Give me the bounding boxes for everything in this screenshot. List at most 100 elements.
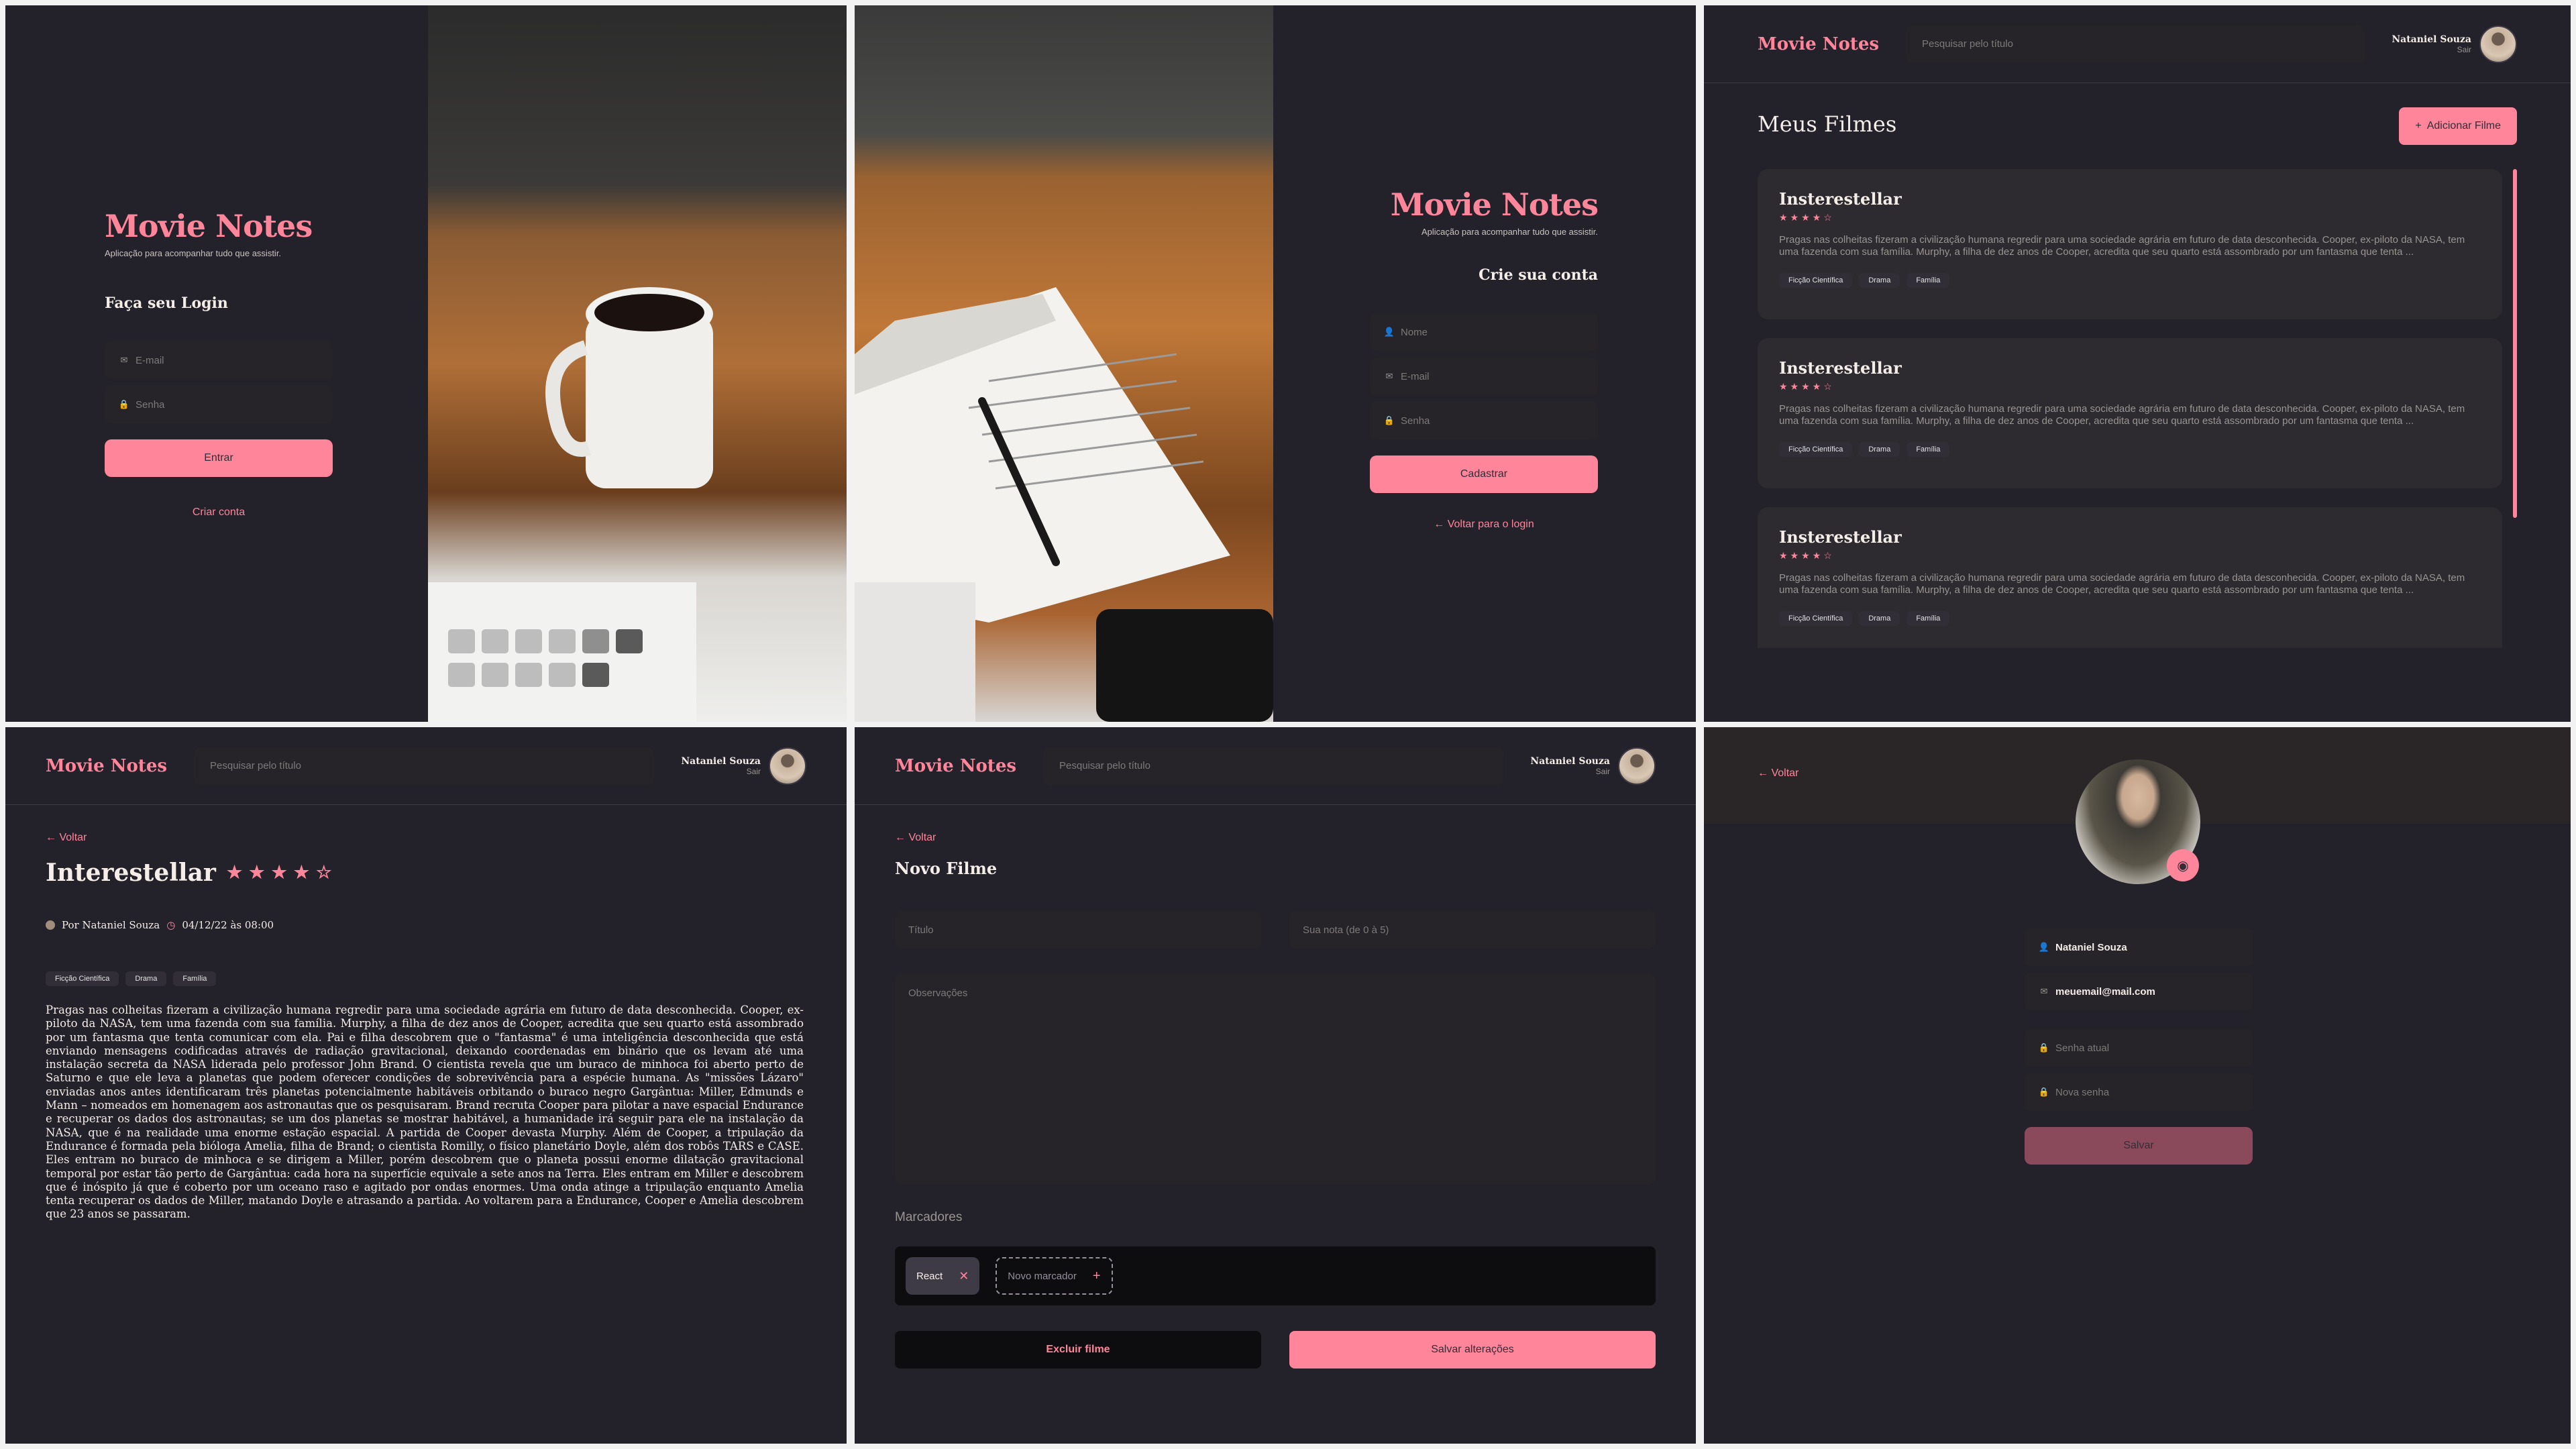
tag-list: Ficção Científica Drama Família — [46, 971, 217, 986]
brand-logo[interactable]: Movie Notes — [895, 756, 1016, 776]
add-movie-label: Adicionar Filme — [2426, 120, 2501, 131]
logout-link[interactable]: Sair — [2392, 45, 2471, 54]
markers-label: Marcadores — [895, 1210, 963, 1224]
back-label: Voltar — [1771, 767, 1799, 779]
search-input[interactable]: Pesquisar pelo título — [1043, 747, 1504, 785]
brand-logo[interactable]: Movie Notes — [46, 756, 167, 776]
rating-input[interactable]: Sua nota (de 0 à 5) — [1289, 911, 1656, 949]
tag: Família — [1907, 611, 1950, 626]
movie-title: Insterestellar — [1779, 358, 1902, 378]
search-input[interactable]: Pesquisar pelo título — [194, 747, 655, 785]
new-password-placeholder: Nova senha — [2055, 1086, 2110, 1098]
tag: Drama — [1859, 442, 1900, 457]
brand-tagline: Aplicação para acompanhar tudo que assis… — [105, 248, 282, 258]
post-date: 04/12/22 às 08:00 — [182, 919, 274, 931]
create-account-link[interactable]: Criar conta — [105, 506, 333, 519]
movie-card[interactable]: Insterestellar ★★★★☆ Pragas nas colheita… — [1758, 338, 2502, 488]
coffee-illustration — [428, 287, 713, 722]
arrow-left-icon: ← — [895, 832, 909, 843]
back-label: Voltar — [908, 832, 936, 843]
password-placeholder: Senha — [1401, 415, 1430, 427]
new-marker-input[interactable]: Novo marcador + — [996, 1257, 1113, 1295]
tag: Ficção Científica — [1779, 442, 1853, 457]
close-icon[interactable]: ✕ — [959, 1269, 969, 1283]
tag: Ficção Científica — [1779, 611, 1853, 626]
email-placeholder: E-mail — [1401, 370, 1430, 382]
author-avatar — [46, 920, 55, 930]
profile-form: 👤 Nataniel Souza ✉ meuemail@mail.com 🔒 S… — [2025, 928, 2253, 1165]
title-input[interactable]: Título — [895, 911, 1261, 949]
add-movie-button[interactable]: + Adicionar Filme — [2399, 107, 2517, 145]
lock-icon: 🔒 — [118, 399, 130, 410]
notes-textarea[interactable]: Observações — [895, 974, 1656, 1185]
tag: Família — [173, 971, 217, 986]
tag: Drama — [1859, 611, 1900, 626]
brand-logo[interactable]: Movie Notes — [1758, 34, 1879, 54]
scrollbar[interactable] — [2513, 169, 2517, 518]
back-to-login-link[interactable]: ← Voltar para o login — [1370, 519, 1598, 531]
avatar[interactable] — [2479, 25, 2517, 63]
movie-synopsis: Pragas nas colheitas fizeram a civilizaç… — [1779, 572, 2465, 596]
rating-stars: ★★★★☆ — [226, 863, 339, 883]
email-field[interactable]: ✉ E-mail — [105, 341, 333, 379]
signin-form: Movie Notes Aplicação para acompanhar tu… — [105, 208, 333, 519]
register-button[interactable]: Cadastrar — [1370, 455, 1598, 493]
password-field[interactable]: 🔒 Senha — [105, 386, 333, 423]
arrow-left-icon: ← — [1434, 519, 1448, 530]
signup-form: Movie Notes Aplicação para acompanhar tu… — [1370, 186, 1599, 531]
page-title: Novo Filme — [895, 859, 998, 878]
login-button[interactable]: Entrar — [105, 439, 333, 477]
back-link[interactable]: ← Voltar — [895, 832, 936, 844]
email-field[interactable]: ✉ E-mail — [1370, 358, 1598, 395]
name-field[interactable]: 👤 Nome — [1370, 313, 1598, 351]
back-link[interactable]: ← Voltar — [46, 832, 87, 844]
logout-link[interactable]: Sair — [681, 767, 761, 776]
user-name: Nataniel Souza — [2392, 34, 2471, 45]
new-marker-placeholder: Novo marcador — [1008, 1270, 1077, 1282]
movie-card[interactable]: Insterestellar ★★★★☆ Pragas nas colheita… — [1758, 507, 2502, 648]
password-field[interactable]: 🔒 Senha — [1370, 402, 1598, 439]
tag: Família — [1907, 442, 1950, 457]
rating-stars: ★★★★☆ — [1779, 213, 1835, 223]
profile-area: Nataniel Souza Sair — [2392, 25, 2517, 63]
rating-stars: ★★★★☆ — [1779, 551, 1835, 561]
plus-icon: + — [2415, 120, 2422, 131]
save-profile-button[interactable]: Salvar — [2025, 1127, 2253, 1165]
app-header: Movie Notes Pesquisar pelo título Natani… — [1704, 5, 2571, 83]
email-value: meuemail@mail.com — [2055, 985, 2155, 998]
markers-container: React ✕ Novo marcador + — [895, 1246, 1656, 1305]
brand-title: Movie Notes — [1390, 186, 1599, 223]
movie-description: Pragas nas colheitas fizeram a civilizaç… — [46, 1004, 804, 1221]
mail-icon: ✉ — [2040, 986, 2048, 997]
camera-icon[interactable]: ◉ — [2167, 849, 2199, 881]
tag-list: Ficção Científica Drama Família — [1779, 273, 2481, 288]
movie-card[interactable]: Insterestellar ★★★★☆ Pragas nas colheita… — [1758, 169, 2502, 319]
save-changes-button[interactable]: Salvar alterações — [1289, 1331, 1656, 1368]
avatar[interactable] — [769, 747, 806, 785]
email-field[interactable]: ✉ meuemail@mail.com — [2025, 973, 2253, 1010]
signin-heading: Faça seu Login — [105, 294, 228, 312]
new-movie-screen: Movie Notes Pesquisar pelo título Natani… — [855, 727, 1696, 1444]
rating-stars: ★★★★☆ — [1779, 382, 1835, 392]
movie-meta: Por Nataniel Souza ◷ 04/12/22 às 08:00 — [46, 919, 274, 931]
plus-icon[interactable]: + — [1093, 1269, 1101, 1284]
new-password-field[interactable]: 🔒 Nova senha — [2025, 1073, 2253, 1111]
name-field[interactable]: 👤 Nataniel Souza — [2025, 928, 2253, 966]
profile-area: Nataniel Souza Sair — [681, 747, 806, 785]
details-screen: Movie Notes Pesquisar pelo título Natani… — [5, 727, 847, 1444]
back-link[interactable]: ← Voltar — [1758, 767, 1799, 780]
delete-movie-button[interactable]: Excluir filme — [895, 1331, 1261, 1368]
tag-list: Ficção Científica Drama Família — [1779, 611, 2481, 626]
movie-list: Insterestellar ★★★★☆ Pragas nas colheita… — [1758, 169, 2502, 667]
profile-screen: ← Voltar ◉ 👤 Nataniel Souza ✉ meuemail@m… — [1704, 727, 2571, 1444]
name-value: Nataniel Souza — [2055, 941, 2127, 953]
search-input[interactable]: Pesquisar pelo título — [1906, 25, 2365, 63]
app-header: Movie Notes Pesquisar pelo título Natani… — [5, 727, 847, 805]
logout-link[interactable]: Sair — [1530, 767, 1610, 776]
current-password-field[interactable]: 🔒 Senha atual — [2025, 1029, 2253, 1067]
password-placeholder: Senha — [136, 398, 165, 411]
avatar[interactable] — [1618, 747, 1656, 785]
mail-icon: ✉ — [1385, 371, 1393, 382]
back-to-login-label: Voltar para o login — [1447, 519, 1534, 530]
app-header: Movie Notes Pesquisar pelo título Natani… — [855, 727, 1696, 805]
